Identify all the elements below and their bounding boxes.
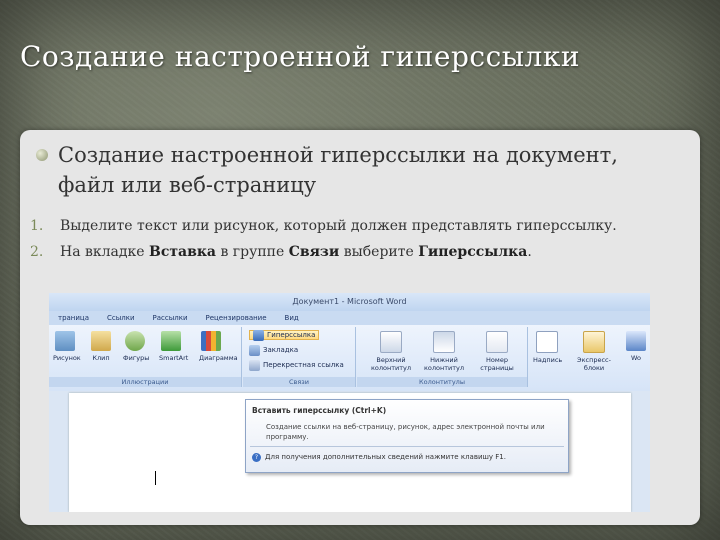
quick-parts-label: Экспресс-блоки <box>577 356 611 372</box>
header-button[interactable]: Верхний колонтитул <box>369 331 413 372</box>
picture-label: Рисунок <box>53 354 81 362</box>
header-icon <box>380 331 402 353</box>
ribbon-tabs: траница Ссылки Рассылки Рецензирование В… <box>49 311 650 325</box>
help-icon: ? <box>252 453 261 462</box>
chart-icon <box>201 331 221 351</box>
tab-references[interactable]: Ссылки <box>98 314 144 322</box>
step-bold-links: Связи <box>288 244 340 260</box>
smartart-button[interactable]: SmartArt <box>159 331 188 362</box>
step-text-mid2: выберите <box>339 244 419 260</box>
quick-parts-button[interactable]: Экспресс-блоки <box>569 331 619 372</box>
textbox-icon <box>536 331 558 353</box>
tooltip-divider <box>250 446 564 447</box>
ribbon: Рисунок Клип Фигуры SmartArt Диаграмма И… <box>49 325 650 392</box>
step-text-pre: На вкладке <box>60 244 149 260</box>
tooltip-heading: Вставить гиперссылку (Ctrl+K) <box>252 406 387 415</box>
chart-button[interactable]: Диаграмма <box>199 331 238 362</box>
hyperlink-tooltip: Вставить гиперссылку (Ctrl+K) Создание с… <box>245 399 569 473</box>
smartart-label: SmartArt <box>159 354 189 362</box>
word-title-bar: Документ1 - Microsoft Word <box>49 293 650 311</box>
shapes-label: Фигуры <box>123 354 150 362</box>
shapes-icon <box>125 331 145 351</box>
cross-reference-label: Перекрестная ссылка <box>263 361 344 369</box>
step-bold-insert: Вставка <box>148 244 216 260</box>
textbox-label: Надпись <box>533 356 563 364</box>
tab-mailings[interactable]: Рассылки <box>144 314 197 322</box>
bullet-text: Создание настроенной гиперссылки на доку… <box>58 143 618 197</box>
hyperlink-label: Гиперссылка <box>267 331 316 339</box>
bullet-dot-icon <box>36 149 48 161</box>
bookmark-button[interactable]: Закладка <box>249 343 298 358</box>
chart-label: Диаграмма <box>199 354 238 362</box>
quick-parts-icon <box>583 331 605 353</box>
tab-page-layout[interactable]: траница <box>49 314 98 322</box>
tab-review[interactable]: Рецензирование <box>197 314 276 322</box>
smartart-icon <box>161 331 181 351</box>
header-label: Верхний колонтитул <box>370 356 412 372</box>
tab-view[interactable]: Вид <box>276 314 308 322</box>
footer-button[interactable]: Нижний колонтитул <box>421 331 467 372</box>
tooltip-footer: ? Для получения дополнительных сведений н… <box>252 453 506 462</box>
page-number-label: Номер страницы <box>480 356 514 372</box>
wordart-label: Wo <box>630 354 642 362</box>
cross-reference-button[interactable]: Перекрестная ссылка <box>249 358 344 373</box>
group-label-links: Связи <box>243 377 355 387</box>
tooltip-body: Создание ссылки на веб-страницу, рисунок… <box>266 423 545 441</box>
textbox-button[interactable]: Надпись <box>533 331 563 364</box>
bookmark-label: Закладка <box>263 346 299 354</box>
page-number-icon <box>486 331 508 353</box>
step-bold-hyperlink: Гиперссылка <box>418 244 528 260</box>
step-1: 1. Выделите текст или рисунок, который до… <box>30 218 617 234</box>
clipart-icon <box>91 331 111 351</box>
tooltip-footer-text: Для получения дополнительных сведений на… <box>265 453 506 461</box>
shapes-button[interactable]: Фигуры <box>123 331 150 362</box>
text-cursor <box>155 471 156 485</box>
wordart-button[interactable]: Wo <box>625 331 647 362</box>
picture-icon <box>55 331 75 351</box>
wordart-icon <box>626 331 646 351</box>
group-label-illustrations: Иллюстрации <box>49 377 241 387</box>
hyperlink-button[interactable]: Гиперссылка <box>249 328 320 343</box>
group-label-headers: Колонтитулы <box>357 377 527 387</box>
cross-reference-icon <box>249 359 260 371</box>
group-text: Надпись Экспресс-блоки Wo <box>529 327 650 387</box>
footer-label: Нижний колонтитул <box>423 356 465 372</box>
step-2: 2. На вкладке Вставка в группе Связи выбе… <box>30 244 532 260</box>
word-screenshot: Документ1 - Microsoft Word траница Ссылк… <box>49 293 650 512</box>
step-number: 2. <box>30 244 44 260</box>
group-headers-footers: Верхний колонтитул Нижний колонтитул Ном… <box>357 327 528 387</box>
group-links: Гиперссылка Закладка Перекрестная ссылка… <box>243 327 356 387</box>
page-number-button[interactable]: Номер страницы <box>475 331 519 372</box>
step-text-mid1: в группе <box>216 244 289 260</box>
step-number: 1. <box>30 218 44 234</box>
clip-button[interactable]: Клип <box>89 331 113 362</box>
step-text: Выделите текст или рисунок, который долж… <box>60 218 617 234</box>
bullet-item: Создание настроенной гиперссылки на доку… <box>36 140 676 200</box>
clip-label: Клип <box>92 354 110 362</box>
step-text-post: . <box>527 244 532 260</box>
slide-title: Создание настроенной гиперссылки <box>20 40 580 73</box>
footer-icon <box>433 331 455 353</box>
bookmark-icon <box>249 344 260 356</box>
hyperlink-icon <box>253 329 264 341</box>
picture-button[interactable]: Рисунок <box>53 331 81 362</box>
group-illustrations: Рисунок Клип Фигуры SmartArt Диаграмма И… <box>49 327 242 387</box>
